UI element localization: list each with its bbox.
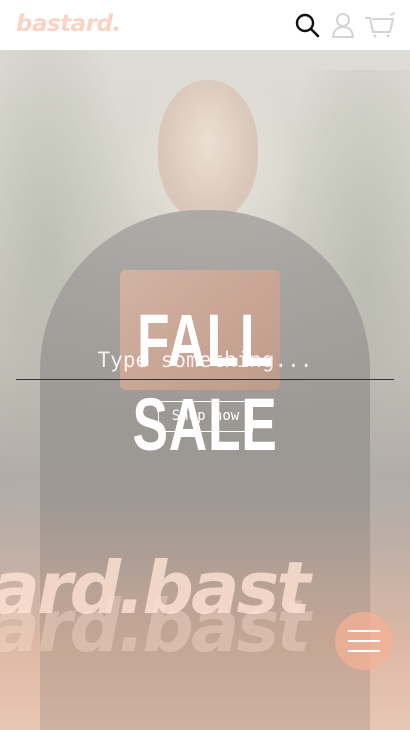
site-header: bastard. [0,0,410,50]
shop-now-button[interactable]: Shop now [158,401,253,432]
user-icon[interactable] [330,12,356,38]
hamburger-icon [348,630,380,632]
brand-logo[interactable]: bastard. [16,10,121,38]
menu-button[interactable] [335,612,393,670]
hamburger-icon-line [348,650,380,652]
hamburger-icon-line [348,640,380,642]
search-input[interactable] [16,340,394,380]
search-icon[interactable] [294,12,320,38]
cart-icon[interactable] [364,12,396,38]
hero-title: FALL SALE [132,299,278,466]
hero-banner: tard.bast tard.bast FALL SALE Shop now [0,50,410,730]
